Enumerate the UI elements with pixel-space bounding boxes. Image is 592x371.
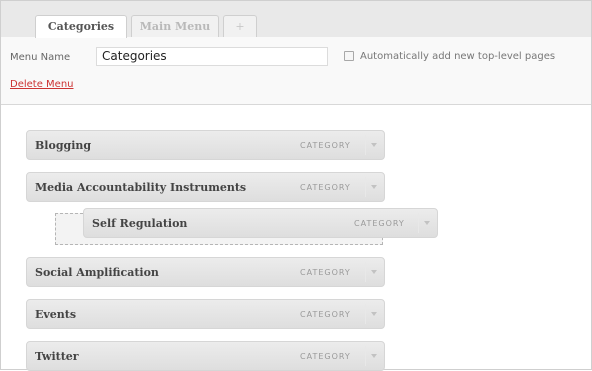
menu-item-title: Events	[35, 308, 77, 321]
menu-item-title: Social Amplification	[35, 266, 159, 279]
chevron-down-icon[interactable]	[365, 304, 382, 324]
menu-item-title: Self Regulation	[92, 217, 188, 230]
menu-item-title: Blogging	[35, 139, 92, 152]
chevron-down-icon[interactable]	[365, 262, 382, 282]
auto-add-label: Automatically add new top-level pages	[360, 51, 556, 62]
menu-settings-panel: Categories Main Menu + Menu Name Categor…	[1, 1, 591, 105]
chevron-down-icon[interactable]	[365, 177, 382, 197]
menu-item[interactable]: Events CATEGORY	[26, 299, 385, 329]
chevron-down-icon[interactable]	[418, 213, 435, 233]
menu-item-type: CATEGORY	[300, 268, 351, 277]
tab-add-menu[interactable]: +	[223, 15, 257, 37]
menu-item[interactable]: Media Accountability Instruments CATEGOR…	[26, 172, 385, 202]
menu-item-title: Twitter	[35, 350, 79, 363]
menu-item[interactable]: Twitter CATEGORY	[26, 341, 385, 371]
menu-name-label: Menu Name	[10, 52, 71, 63]
auto-add-checkbox[interactable]	[344, 51, 354, 61]
menu-item[interactable]: Social Amplification CATEGORY	[26, 257, 385, 287]
menu-item-dragging[interactable]: Self Regulation CATEGORY	[83, 208, 438, 238]
menu-item[interactable]: Blogging CATEGORY	[26, 130, 385, 160]
tab-main-menu[interactable]: Main Menu	[131, 15, 219, 37]
tab-categories[interactable]: Categories	[35, 15, 127, 38]
menu-item-type: CATEGORY	[300, 352, 351, 361]
chevron-down-icon[interactable]	[365, 346, 382, 366]
menu-item-type: CATEGORY	[300, 310, 351, 319]
menu-editor-frame: Categories Main Menu + Menu Name Categor…	[0, 0, 592, 371]
delete-menu-link[interactable]: Delete Menu	[10, 79, 74, 90]
chevron-down-icon[interactable]	[365, 135, 382, 155]
menu-item-type: CATEGORY	[300, 141, 351, 150]
menu-item-type: CATEGORY	[300, 183, 351, 192]
menu-item-type: CATEGORY	[354, 219, 405, 228]
menu-name-input[interactable]: Categories	[96, 47, 328, 66]
menu-item-title: Media Accountability Instruments	[35, 181, 247, 194]
